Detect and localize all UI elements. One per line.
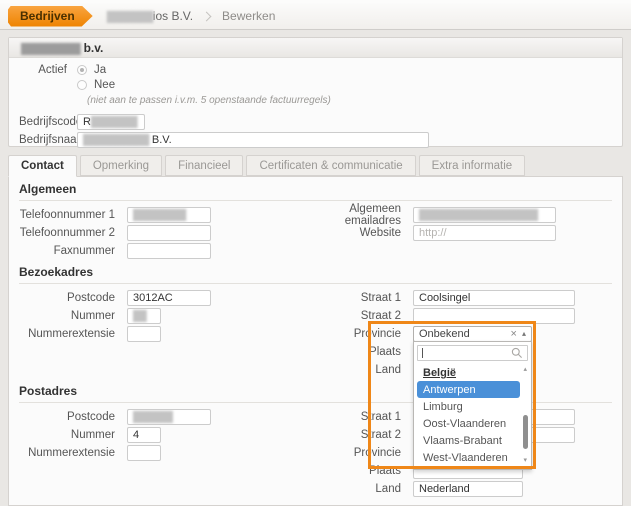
radio-nee-label: Nee [94,79,115,91]
bedrijfsnaam-suffix: B.V. [149,134,172,146]
option-antwerpen[interactable]: Antwerpen [417,381,520,398]
tel1-label: Telefoonnummer 1 [19,209,127,221]
company-panel-body: Actief Ja Nee (niet aan te passen i.v.m.… [9,58,622,146]
fax-field[interactable] [127,243,211,259]
text-cursor [422,348,423,358]
tab-contact[interactable]: Contact [8,155,77,177]
radio-ja-label: Ja [94,64,106,76]
bezoek-nummer-label: Nummer [19,310,127,322]
bezoek-straat2-label: Straat 2 [329,310,413,322]
post-postcode-label: Postcode [19,411,127,423]
email-label: Algemeen emailadres [329,203,413,227]
bezoek-nummer-field[interactable]: ██ [127,308,161,324]
radio-nee-icon[interactable] [77,80,87,90]
website-label: Website [329,227,413,239]
radio-ja-icon[interactable] [77,65,87,75]
bezoek-straat2-field[interactable] [413,308,575,324]
option-limburg[interactable]: Limburg [417,398,520,415]
breadcrumb-company-suffix: ios B.V. [153,9,193,23]
tel2-field[interactable] [127,225,211,241]
redacted-company-name: ███████ [107,12,153,23]
bezoek-postcode-field[interactable] [127,290,211,306]
section-bezoekadres: Bezoekadres [19,265,612,284]
contact-tab-panel: Algemeen Telefoonnummer 1 ████████ Telef… [8,176,623,506]
radio-nee[interactable]: Nee [77,77,115,92]
scroll-down-icon[interactable]: ▾ [523,457,527,464]
bedrijfsnaam-label: Bedrijfsnaam [19,132,77,148]
tab-opmerking[interactable]: Opmerking [80,155,162,176]
province-selected-value: Onbekend [419,328,511,340]
fax-label: Faxnummer [19,245,127,257]
chevron-right-icon [202,11,212,21]
province-select-control[interactable]: Onbekend × ▴ [413,326,532,342]
post-plaats-label: Plaats [329,465,413,477]
section-algemeen: Algemeen [19,182,612,201]
tel2-label: Telefoonnummer 2 [19,227,127,239]
radio-ja[interactable]: Ja [77,62,115,77]
bedrijfscode-prefix: R [83,116,91,128]
post-provincie-label: Provincie [329,447,413,459]
tab-financieel[interactable]: Financieel [165,155,243,176]
bedrijfscode-field[interactable]: R███████ [77,114,145,130]
breadcrumb-company[interactable]: ███████ios B.V. [107,9,193,23]
bezoek-land-label: Land [329,364,413,376]
option-west-vlaanderen[interactable]: West-Vlaanderen [417,449,520,466]
bezoek-straat1-label: Straat 1 [329,292,413,304]
option-oost-vlaanderen[interactable]: Oost-Vlaanderen [417,415,520,432]
province-dropdown-panel: ▴ België Antwerpen Limburg Oost-Vlaander… [413,341,532,470]
post-land-label: Land [329,483,413,495]
post-nummer-label: Nummer [19,429,127,441]
redacted-tel1: ████████ [133,210,186,221]
company-panel: █████████ b.v. Actief Ja Nee (niet aan t… [8,37,623,147]
breadcrumb-bewerken: Bewerken [222,9,275,23]
province-option-list: ▴ België Antwerpen Limburg Oost-Vlaander… [417,364,528,466]
redacted-company-title: █████████ [21,44,80,55]
post-land-field[interactable] [413,481,523,497]
search-icon [511,347,523,359]
post-nummerextensie-label: Nummerextensie [19,447,127,459]
scroll-up-icon[interactable]: ▴ [523,366,527,373]
actief-note: (niet aan te passen i.v.m. 5 openstaande… [87,95,612,106]
breadcrumb: Bedrijven ███████ios B.V. Bewerken [0,3,631,30]
bezoek-plaats-label: Plaats [329,346,413,358]
province-select[interactable]: Onbekend × ▴ ▴ [413,326,532,342]
actief-label: Actief [19,62,77,92]
bezoek-nummerextensie-field[interactable] [127,326,161,342]
email-field[interactable]: ██████████████████ [413,207,556,223]
tab-bar: Contact Opmerking Financieel Certificate… [8,155,623,176]
tab-extra-informatie[interactable]: Extra informatie [419,155,526,176]
scrollbar-thumb[interactable] [523,415,528,449]
bezoek-postcode-label: Postcode [19,292,127,304]
post-postcode-field[interactable]: ██████ [127,409,211,425]
post-straat2-label: Straat 2 [329,429,413,441]
bezoek-straat1-field[interactable] [413,290,575,306]
company-panel-title: █████████ b.v. [9,38,622,58]
website-field[interactable] [413,225,556,241]
redacted-bezoek-nummer: ██ [133,311,146,322]
company-title-suffix: b.v. [80,41,103,55]
tel1-field[interactable]: ████████ [127,207,211,223]
chevron-up-icon[interactable]: ▴ [522,330,526,338]
clear-selection-icon[interactable]: × [511,329,517,339]
breadcrumb-bedrijven[interactable]: Bedrijven [8,6,93,27]
tab-certificaten[interactable]: Certificaten & communicatie [246,155,415,176]
post-nummer-field[interactable] [127,427,161,443]
province-search-input[interactable] [417,345,528,361]
redacted-bedrijfscode: ███████ [91,117,137,128]
post-nummerextensie-field[interactable] [127,445,161,461]
bedrijfscode-label: Bedrijfscode [19,114,77,130]
redacted-post-postcode: ██████ [133,412,173,423]
bedrijfsnaam-field[interactable]: ██████████ B.V. [77,132,429,148]
redacted-email: ██████████████████ [419,210,538,221]
option-group-belgie: België [417,364,520,381]
post-straat1-label: Straat 1 [329,411,413,423]
bezoek-nummerextensie-label: Nummerextensie [19,328,127,340]
bezoek-provincie-label: Provincie [329,328,413,340]
option-vlaams-brabant[interactable]: Vlaams-Brabant [417,432,520,449]
redacted-bedrijfsnaam: ██████████ [83,135,149,146]
